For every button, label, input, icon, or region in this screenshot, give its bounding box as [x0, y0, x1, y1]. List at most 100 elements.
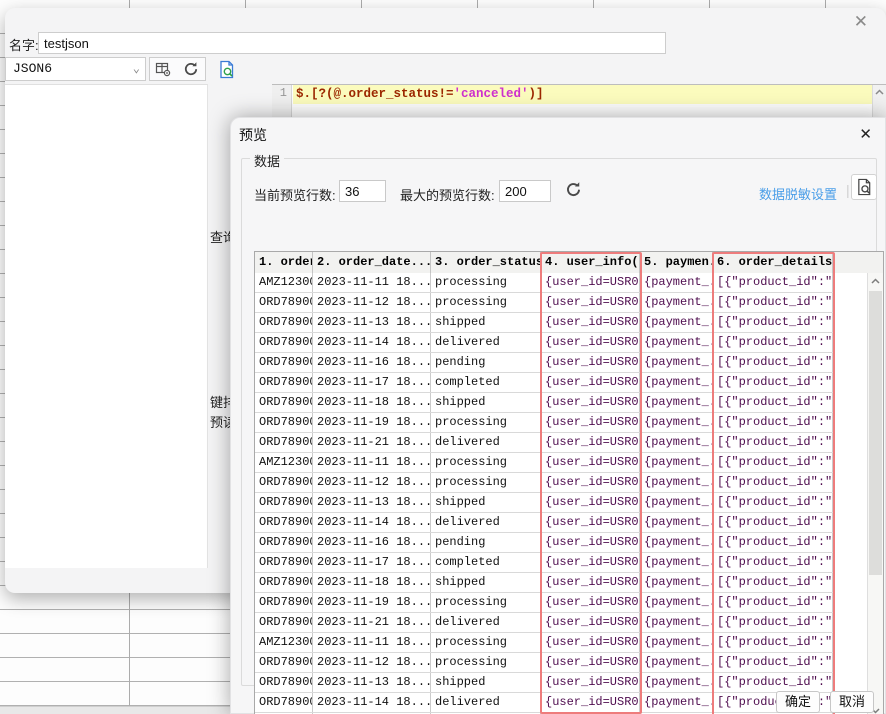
column-header[interactable]: 3. order_status... — [431, 252, 541, 273]
preview-dialog: 预览 ✕ 数据 当前预览行数: 最大的预览行数: 数据脱敏设置 | — [230, 117, 886, 714]
code-segment: 'canceled' — [453, 87, 529, 101]
table-scrollbar[interactable] — [867, 273, 883, 714]
table-cell: [{"product_id":"... — [713, 433, 833, 452]
table-cell: {payment_... — [640, 593, 713, 612]
table-row[interactable]: ORD7890012023-11-12 18...processing{user… — [255, 473, 833, 493]
column-header[interactable]: 4. user_info(?) — [541, 252, 640, 273]
table-cell: {payment_... — [640, 433, 713, 452]
column-header[interactable]: 1. order_... — [255, 252, 313, 273]
table-row[interactable]: ORD7890022023-11-13 18...shipped{user_id… — [255, 493, 833, 513]
table-cell: processing — [431, 633, 541, 652]
table-cell: {payment_... — [640, 293, 713, 312]
document-magnifier-icon — [220, 60, 234, 78]
code-line[interactable]: $.[?(@.order_status!='canceled')] — [296, 86, 870, 104]
table-row[interactable]: ORD7890092023-11-21 18...delivered{user_… — [255, 433, 833, 453]
max-rows-label: 最大的预览行数: — [400, 188, 495, 203]
table-cell: 2023-11-16 18... — [313, 353, 431, 372]
column-header[interactable]: 6. order_details(?) — [713, 252, 833, 273]
table-cell: {user_id=USR0... — [541, 613, 640, 632]
table-cell: ORD789006 — [255, 373, 313, 392]
table-cell: processing — [431, 273, 541, 292]
column-header[interactable]: 5. paymen... — [640, 252, 713, 273]
line-number: 1 — [279, 86, 287, 100]
cancel-button[interactable]: 取消 — [830, 691, 874, 713]
table-row[interactable]: ORD7890032023-11-14 18...delivered{user_… — [255, 693, 833, 713]
table-cell: {payment_... — [640, 533, 713, 552]
table-row[interactable]: AMZ1230012023-11-11 18...processing{user… — [255, 273, 833, 293]
table-cell: [{"product_id":"... — [713, 573, 833, 592]
refresh-button[interactable] — [176, 57, 206, 81]
table-cell: AMZ123001 — [255, 453, 313, 472]
scrollbar-thumb[interactable] — [869, 291, 882, 575]
table-cell: ORD789001 — [255, 653, 313, 672]
table-cell: 2023-11-19 18... — [313, 413, 431, 432]
type-select[interactable]: JSON6 ⌄ — [5, 57, 146, 81]
data-groupbox: 数据 当前预览行数: 最大的预览行数: 数据脱敏设置 | — [241, 151, 884, 714]
table-cell: [{"product_id":"... — [713, 453, 833, 472]
table-cell: {payment_... — [640, 673, 713, 692]
table-cell: {user_id=USR0... — [541, 393, 640, 412]
current-rows-label: 当前预览行数: — [254, 188, 336, 203]
ok-button[interactable]: 确定 — [776, 691, 820, 713]
max-rows-input[interactable] — [499, 180, 551, 202]
table-cell: 2023-11-16 18... — [313, 533, 431, 552]
column-header[interactable]: 2. order_date... — [313, 252, 431, 273]
table-cell: {user_id=USR0... — [541, 293, 640, 312]
table-row[interactable]: ORD7890072023-11-18 18...shipped{user_id… — [255, 393, 833, 413]
table-row[interactable]: ORD7890032023-11-14 18...delivered{user_… — [255, 513, 833, 533]
table-cell: ORD789007 — [255, 393, 313, 412]
table-row[interactable]: ORD7890052023-11-16 18...pending{user_id… — [255, 533, 833, 553]
refresh-preview-button[interactable] — [563, 181, 583, 201]
preview-document-button[interactable] — [214, 57, 240, 81]
table-row[interactable]: ORD7890022023-11-13 18...shipped{user_id… — [255, 313, 833, 333]
table-cell: [{"product_id":"... — [713, 413, 833, 432]
scroll-up-button[interactable] — [868, 273, 883, 289]
table-cell: 2023-11-17 18... — [313, 373, 431, 392]
data-masking-settings-link[interactable]: 数据脱敏设置 — [759, 184, 837, 203]
table-row[interactable]: ORD7890072023-11-18 18...shipped{user_id… — [255, 573, 833, 593]
table-cell: delivered — [431, 693, 541, 712]
table-cell: [{"product_id":"... — [713, 613, 833, 632]
close-icon[interactable]: ✕ — [854, 12, 868, 32]
table-cell: {user_id=USR0... — [541, 353, 640, 372]
table-settings-button[interactable] — [149, 57, 177, 81]
table-cell: [{"product_id":"... — [713, 473, 833, 492]
name-label: 名字: — [9, 38, 39, 53]
table-row[interactable]: ORD7890082023-11-19 18...processing{user… — [255, 593, 833, 613]
table-cell: ORD789001 — [255, 293, 313, 312]
table-cell: {user_id=USR0... — [541, 413, 640, 432]
table-cell: {user_id=USR0... — [541, 633, 640, 652]
table-row[interactable]: ORD7890032023-11-14 18...delivered{user_… — [255, 333, 833, 353]
table-row[interactable]: ORD7890012023-11-12 18...processing{user… — [255, 653, 833, 673]
table-row[interactable]: AMZ1230012023-11-11 18...processing{user… — [255, 633, 833, 653]
table-cell: {user_id=USR0... — [541, 533, 640, 552]
current-rows-input[interactable] — [339, 180, 386, 202]
table-row[interactable]: ORD7890012023-11-12 18...processing{user… — [255, 293, 833, 313]
table-row[interactable]: ORD7890022023-11-13 18...shipped{user_id… — [255, 673, 833, 693]
table-row[interactable]: ORD7890052023-11-16 18...pending{user_id… — [255, 353, 833, 373]
table-row[interactable]: ORD7890082023-11-19 18...processing{user… — [255, 413, 833, 433]
table-cell: [{"product_id":"... — [713, 493, 833, 512]
table-cell: {user_id=USR0... — [541, 473, 640, 492]
table-cell: ORD789001 — [255, 473, 313, 492]
table-cell: [{"product_id":"... — [713, 353, 833, 372]
masking-preview-button[interactable] — [851, 174, 877, 200]
table-cell: shipped — [431, 393, 541, 412]
table-row[interactable]: AMZ1230012023-11-11 18...processing{user… — [255, 453, 833, 473]
name-input[interactable] — [38, 32, 666, 54]
table-cell: 2023-11-13 18... — [313, 493, 431, 512]
table-header: 1. order_...2. order_date...3. order_sta… — [255, 252, 883, 273]
table-body: AMZ1230012023-11-11 18...processing{user… — [255, 273, 883, 714]
table-cell: AMZ123001 — [255, 273, 313, 292]
table-cell: 2023-11-11 18... — [313, 633, 431, 652]
table-cell: {user_id=USR0... — [541, 593, 640, 612]
table-cell: {user_id=USR0... — [541, 573, 640, 592]
table-row[interactable]: ORD7890062023-11-17 18...completed{user_… — [255, 553, 833, 573]
dataset-tree-panel[interactable] — [5, 84, 208, 568]
table-cell: ORD789009 — [255, 433, 313, 452]
close-icon[interactable]: ✕ — [859, 125, 872, 143]
table-cell: 2023-11-14 18... — [313, 693, 431, 712]
table-row[interactable]: ORD7890062023-11-17 18...completed{user_… — [255, 373, 833, 393]
table-cell: {payment_... — [640, 573, 713, 592]
table-row[interactable]: ORD7890092023-11-21 18...delivered{user_… — [255, 613, 833, 633]
